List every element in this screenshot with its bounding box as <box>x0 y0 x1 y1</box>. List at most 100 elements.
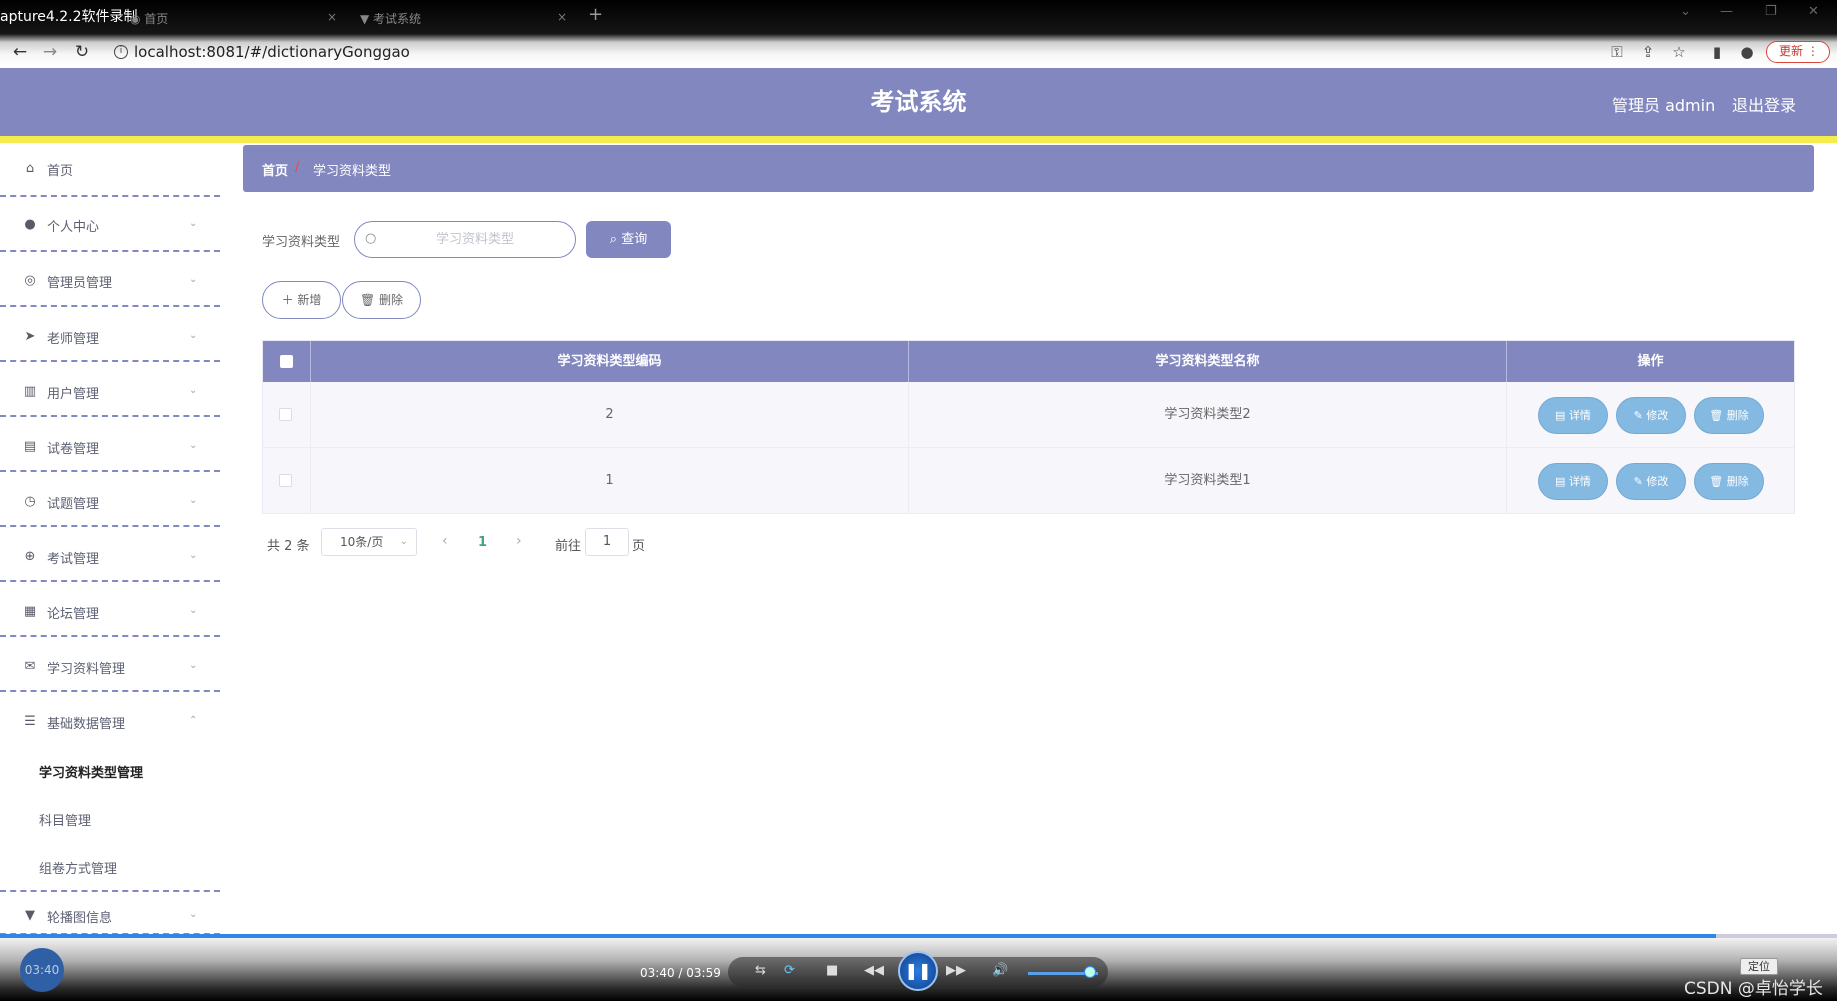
star-icon[interactable]: ☆ <box>1669 42 1689 62</box>
data-table: 学习资料类型编码 学习资料类型名称 操作 2 学习资料类型2 ▤ 详情 ✎ 修改… <box>262 340 1795 514</box>
back-icon[interactable]: ← <box>10 42 30 62</box>
row-checkbox[interactable] <box>279 474 292 487</box>
add-button[interactable]: ＋ 新增 <box>262 281 341 319</box>
site-info-icon[interactable]: i <box>114 45 128 59</box>
app-window: 考试系统 管理员 admin 退出登录 ⌂ 首页 ● 个人中心 ⌄ ◎ 管理员管… <box>0 68 1837 935</box>
volume-icon[interactable]: 🔊 <box>992 963 1008 978</box>
page-number-current[interactable]: 1 <box>478 535 487 550</box>
sidebar-subitem-paper-methods[interactable]: 组卷方式管理 <box>39 858 117 877</box>
row-checkbox[interactable] <box>279 408 292 421</box>
chevron-down-icon: ⌄ <box>189 605 198 616</box>
profile-icon[interactable]: ● <box>1737 42 1757 62</box>
query-button[interactable]: ⌕ 查询 <box>586 221 671 258</box>
column-header-name[interactable]: 学习资料类型名称 <box>909 341 1507 382</box>
url-field[interactable]: i localhost:8081/#/dictionaryGonggao <box>114 42 410 62</box>
trash-icon: 🗑 <box>359 293 380 307</box>
bar-chart-icon: ▥ <box>23 384 37 399</box>
reload-icon[interactable]: ↻ <box>72 42 92 62</box>
breadcrumb-separator: / <box>295 160 300 175</box>
volume-knob[interactable] <box>1084 966 1096 978</box>
detail-button[interactable]: ▤ 详情 <box>1538 397 1608 434</box>
minimize-icon[interactable]: — <box>1720 4 1733 19</box>
table-header: 学习资料类型编码 学习资料类型名称 操作 <box>263 341 1794 382</box>
search-box: ○ <box>354 221 576 258</box>
sidebar-item-carousel[interactable]: ▼ 轮播图信息 ⌄ <box>0 892 220 935</box>
sidebar-subitem-subjects[interactable]: 科目管理 <box>39 810 91 829</box>
logout-link[interactable]: 退出登录 <box>1732 92 1796 116</box>
chevron-down-icon: ⌄ <box>189 274 198 285</box>
sidebar-item-questions[interactable]: ◷ 试题管理 ⌄ <box>0 472 220 527</box>
send-icon: ➤ <box>24 329 36 344</box>
new-tab-button[interactable]: + <box>588 4 603 25</box>
recorder-label: apture4.2.2软件录制 <box>0 9 138 25</box>
sliders-icon: ☰ <box>24 714 36 729</box>
browser-tab-exam[interactable]: ▼ 考试系统 × <box>350 6 575 34</box>
column-header-actions: 操作 <box>1637 354 1664 369</box>
search-icon: ⌕ <box>609 232 622 247</box>
cell-actions: ▤ 详情 ✎ 修改 🗑 删除 <box>1507 382 1794 448</box>
sidebar-item-forum[interactable]: ▦ 论坛管理 ⌄ <box>0 582 220 637</box>
sidebar-item-materials[interactable]: ✉ 学习资料管理 ⌄ <box>0 637 220 692</box>
cell-code: 1 <box>311 448 909 514</box>
home-icon: ⌂ <box>25 161 35 176</box>
chevron-down-icon[interactable]: ⌄ <box>1680 4 1691 19</box>
goto-page-input[interactable]: 1 <box>585 528 629 556</box>
url-text: localhost:8081/#/dictionaryGonggao <box>134 43 410 61</box>
cell-code: 2 <box>311 382 909 448</box>
cell-actions: ▤ 详情 ✎ 修改 🗑 删除 <box>1507 448 1794 514</box>
delete-button[interactable]: 🗑 删除 <box>1694 397 1764 434</box>
cell-name: 学习资料类型1 <box>909 448 1507 514</box>
close-tab-icon[interactable]: × <box>327 10 337 24</box>
share-icon[interactable]: ⇪ <box>1638 42 1658 62</box>
search-input[interactable] <box>385 222 565 257</box>
sidebar-item-home[interactable]: ⌂ 首页 <box>0 143 220 197</box>
sidepanel-icon[interactable]: ▮ <box>1707 42 1727 62</box>
sidebar-item-teachers[interactable]: ➤ 老师管理 ⌄ <box>0 307 220 362</box>
sidebar-item-admins[interactable]: ◎ 管理员管理 ⌄ <box>0 252 220 307</box>
close-window-icon[interactable]: ✕ <box>1808 4 1819 19</box>
app-title: 考试系统 <box>870 88 967 116</box>
video-player-bar: 03:40 03:40 / 03:59 ⇆ ⟳ ■ ◀◀ ▶▶ 🔊 ❚❚ 定位 … <box>0 938 1837 1001</box>
table-row: 1 学习资料类型1 ▤ 详情 ✎ 修改 🗑 删除 <box>263 448 1794 514</box>
update-button[interactable]: 更新 ⋮ <box>1766 41 1830 63</box>
sidebar-item-papers[interactable]: ▤ 试卷管理 ⌄ <box>0 417 220 472</box>
edit-button[interactable]: ✎ 修改 <box>1616 397 1686 434</box>
compass-icon: ◎ <box>24 273 36 288</box>
key-icon[interactable]: ⚿ <box>1607 42 1627 62</box>
batch-delete-button[interactable]: 🗑 删除 <box>342 281 421 319</box>
sidebar-item-exams[interactable]: ⊕ 考试管理 ⌄ <box>0 527 220 582</box>
next-page-icon[interactable]: › <box>516 533 522 549</box>
shuffle-icon[interactable]: ⇆ <box>755 963 766 978</box>
rewind-icon[interactable]: ◀◀ <box>864 963 884 978</box>
fast-forward-icon[interactable]: ▶▶ <box>946 963 966 978</box>
breadcrumb-home[interactable]: 首页 <box>262 160 288 179</box>
stop-icon[interactable]: ■ <box>826 963 838 978</box>
pause-button[interactable]: ❚❚ <box>898 951 938 991</box>
page-suffix-label: 页 <box>632 539 646 554</box>
mail-icon: ✉ <box>24 659 36 674</box>
sidebar-item-users[interactable]: ▥ 用户管理 ⌄ <box>0 362 220 417</box>
sidebar: ⌂ 首页 ● 个人中心 ⌄ ◎ 管理员管理 ⌄ ➤ 老师管理 ⌄ ▥ 用户管理 … <box>0 143 220 935</box>
sidebar-item-profile[interactable]: ● 个人中心 ⌄ <box>0 197 220 252</box>
delete-button[interactable]: 🗑 删除 <box>1694 463 1764 500</box>
locate-button[interactable]: 定位 <box>1740 958 1778 975</box>
sidebar-item-basic-data[interactable]: ☰ 基础数据管理 ⌃ 学习资料类型管理 科目管理 组卷方式管理 <box>0 692 220 892</box>
detail-button[interactable]: ▤ 详情 <box>1538 463 1608 500</box>
csdn-watermark: CSDN @卓怡学长 <box>1684 979 1823 999</box>
restore-icon[interactable]: ❐ <box>1765 4 1777 19</box>
close-tab-icon[interactable]: × <box>557 10 567 24</box>
sidebar-subitem-material-types[interactable]: 学习资料类型管理 <box>39 762 143 781</box>
document-icon: ▤ <box>1555 409 1569 422</box>
clipboard-icon: ▤ <box>23 439 37 454</box>
globe-icon: ◉ <box>130 12 145 26</box>
chevron-down-icon: ⌄ <box>189 218 198 229</box>
prev-page-icon[interactable]: ‹ <box>442 533 448 549</box>
column-header-code[interactable]: 学习资料类型编码 <box>311 341 909 382</box>
forward-icon[interactable]: → <box>40 42 60 62</box>
edit-button[interactable]: ✎ 修改 <box>1616 463 1686 500</box>
select-all-checkbox[interactable] <box>280 355 293 368</box>
loop-icon[interactable]: ⟳ <box>784 963 795 978</box>
page-size-select[interactable]: 10条/页 ⌄ <box>321 528 417 556</box>
chevron-down-icon: ⌄ <box>189 440 198 451</box>
browser-tab-home[interactable]: ◉ 首页 × <box>120 6 345 34</box>
